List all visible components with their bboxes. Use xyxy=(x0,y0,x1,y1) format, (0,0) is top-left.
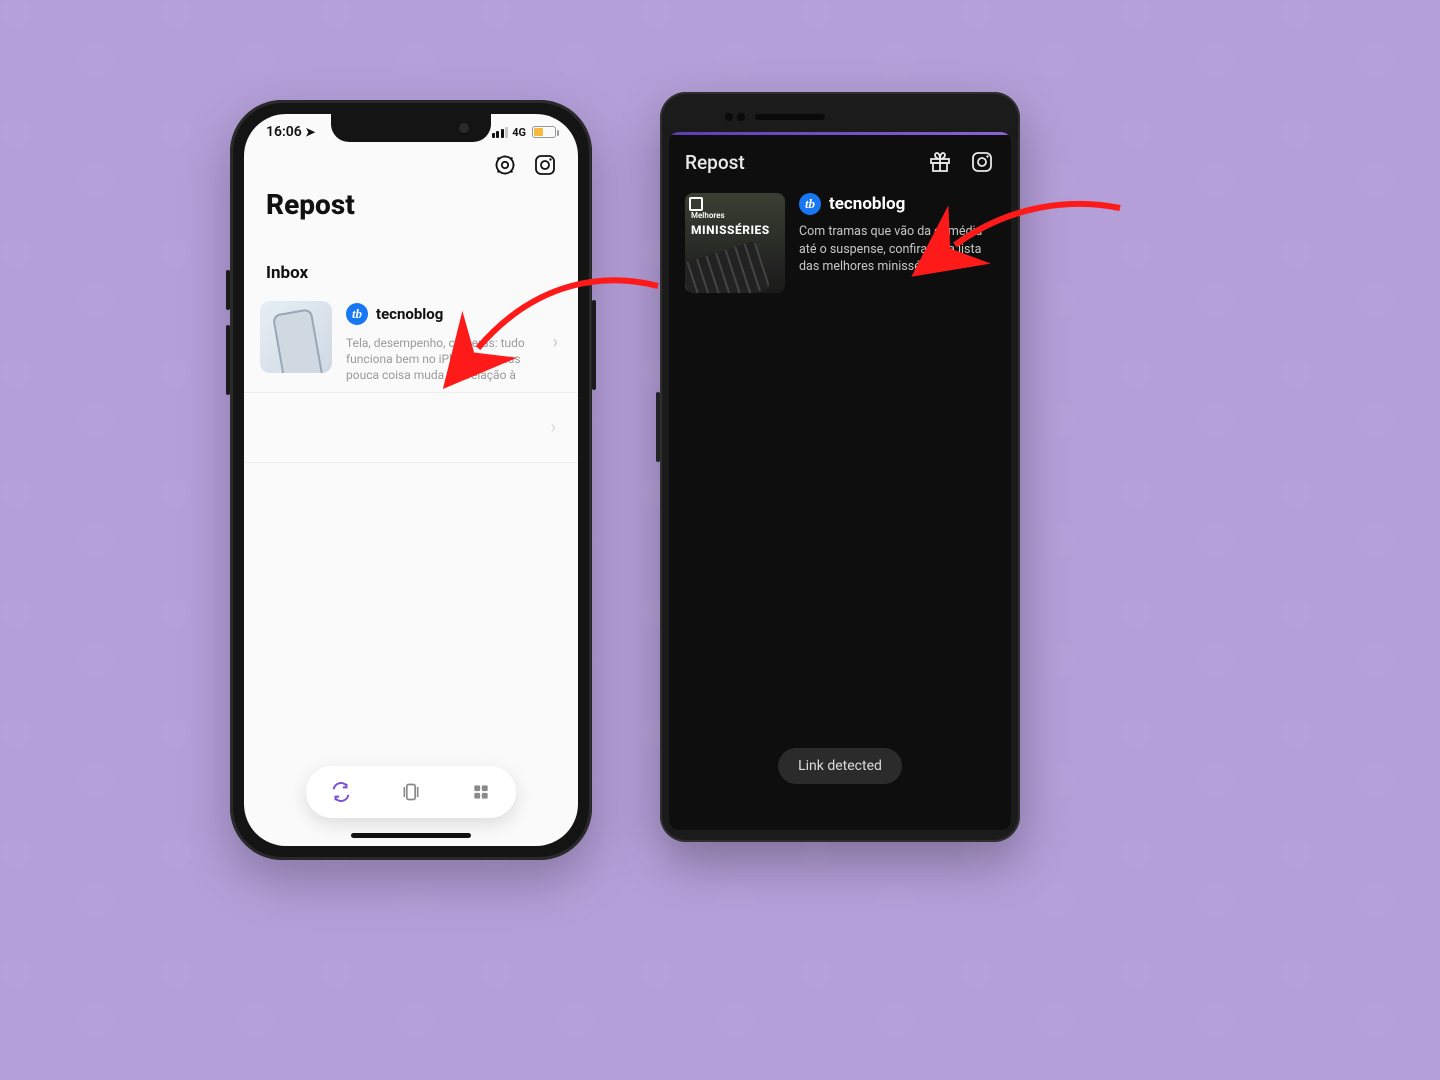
inbox-item-thumbnail xyxy=(260,301,332,373)
inbox-item-thumbnail: Melhores MINISSÉRIES xyxy=(685,193,785,293)
settings-gear-icon[interactable] xyxy=(492,152,518,178)
thumb-banner-text: Melhores xyxy=(691,211,725,220)
account-username: tecnoblog xyxy=(376,305,443,323)
android-top-bezel xyxy=(669,102,1011,132)
android-power-button xyxy=(656,392,660,462)
page-title: Repost xyxy=(685,151,745,174)
location-arrow-icon: ➤ xyxy=(305,125,315,139)
inbox-empty-row[interactable]: › xyxy=(244,393,578,463)
status-time: 16:06 ➤ xyxy=(266,124,315,140)
front-camera-icon xyxy=(725,113,733,121)
status-right-cluster: 4G xyxy=(492,126,556,139)
tab-repost[interactable] xyxy=(326,777,356,807)
annotation-arrow-left xyxy=(458,268,668,392)
iphone-device-frame: 16:06 ➤ 4G xyxy=(230,100,592,860)
front-sensor-icon xyxy=(737,113,745,121)
instagram-icon[interactable] xyxy=(532,152,558,178)
battery-icon xyxy=(532,126,556,138)
iphone-volume-down xyxy=(226,325,230,395)
instagram-icon[interactable] xyxy=(969,149,995,175)
bottom-tab-bar xyxy=(306,766,516,818)
signal-bars-icon xyxy=(492,127,509,138)
thumb-title-text: MINISSÉRIES xyxy=(691,223,770,237)
annotation-arrow-right xyxy=(940,190,1130,304)
carousel-indicator-icon xyxy=(689,197,703,211)
network-label: 4G xyxy=(512,126,526,139)
home-indicator xyxy=(351,833,471,838)
account-username: tecnoblog xyxy=(829,194,905,214)
android-header: Repost xyxy=(669,135,1011,185)
account-avatar: tb xyxy=(346,303,368,325)
tab-grid[interactable] xyxy=(466,777,496,807)
iphone-notch xyxy=(331,114,491,142)
iphone-screen: 16:06 ➤ 4G xyxy=(244,114,578,846)
toast-link-detected: Link detected xyxy=(778,748,902,784)
earpiece-speaker xyxy=(755,114,825,120)
film-reel-graphic xyxy=(685,240,771,293)
ios-header-actions xyxy=(244,140,578,182)
account-avatar: tb xyxy=(799,193,821,215)
status-time-text: 16:06 xyxy=(266,124,302,140)
page-title: Repost xyxy=(244,182,578,239)
iphone-volume-up xyxy=(226,270,230,310)
gift-icon[interactable] xyxy=(927,149,953,175)
chevron-right-icon: › xyxy=(547,417,560,438)
tab-feed[interactable] xyxy=(396,777,426,807)
